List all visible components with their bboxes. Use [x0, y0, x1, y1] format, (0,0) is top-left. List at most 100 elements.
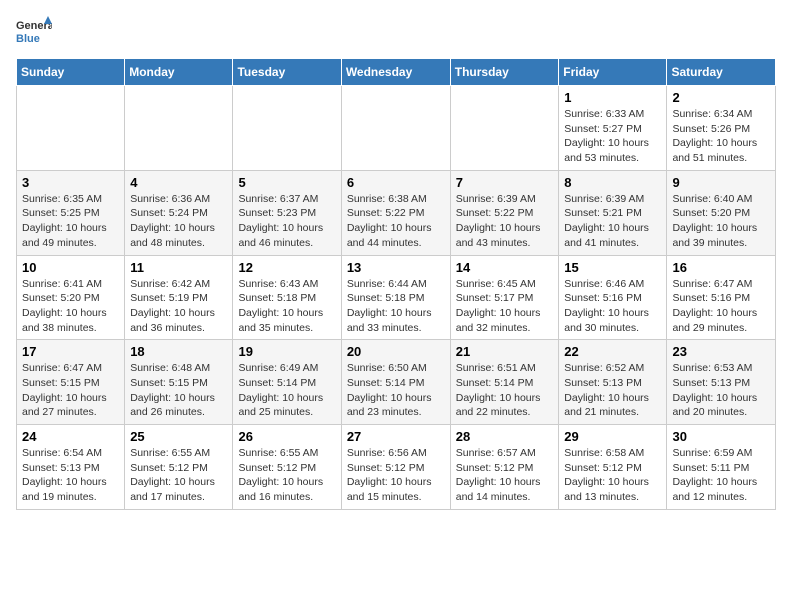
- calendar-cell: [125, 86, 233, 171]
- weekday-header: Thursday: [450, 59, 559, 86]
- calendar-cell: 16Sunrise: 6:47 AM Sunset: 5:16 PM Dayli…: [667, 255, 776, 340]
- calendar-cell: 29Sunrise: 6:58 AM Sunset: 5:12 PM Dayli…: [559, 425, 667, 510]
- cell-info: Sunrise: 6:53 AM Sunset: 5:13 PM Dayligh…: [672, 361, 770, 420]
- cell-info: Sunrise: 6:40 AM Sunset: 5:20 PM Dayligh…: [672, 192, 770, 251]
- cell-info: Sunrise: 6:35 AM Sunset: 5:25 PM Dayligh…: [22, 192, 119, 251]
- day-number: 25: [130, 429, 227, 444]
- calendar-cell: 27 Sunrise: 6:56 AM Sunset: 5:12 PM Dayli…: [341, 425, 450, 510]
- calendar-cell: [341, 86, 450, 171]
- calendar-cell: 5 Sunrise: 6:37 AM Sunset: 5:23 PM Daylig…: [233, 170, 341, 255]
- day-number: 3: [22, 175, 119, 190]
- calendar-cell: 2 Sunrise: 6:34 AM Sunset: 5:26 PM Daylig…: [667, 86, 776, 171]
- cell-info: Sunrise: 6:50 AM Sunset: 5:14 PM Dayligh…: [347, 361, 445, 420]
- day-number: 10: [22, 260, 119, 275]
- calendar-cell: [450, 86, 559, 171]
- day-number: 28: [456, 429, 554, 444]
- calendar-week-row: 3 Sunrise: 6:35 AM Sunset: 5:25 PM Daylig…: [17, 170, 776, 255]
- day-number: 14: [456, 260, 554, 275]
- cell-info: Sunrise: 6:42 AM Sunset: 5:19 PM Dayligh…: [130, 277, 227, 336]
- cell-info: Sunrise: 6:49 AM Sunset: 5:14 PM Dayligh…: [238, 361, 335, 420]
- calendar-cell: 12 Sunrise: 6:43 AM Sunset: 5:18 PM Dayli…: [233, 255, 341, 340]
- calendar-cell: 24Sunrise: 6:54 AM Sunset: 5:13 PM Dayli…: [17, 425, 125, 510]
- weekday-header: Sunday: [17, 59, 125, 86]
- cell-info: Sunrise: 6:51 AM Sunset: 5:14 PM Dayligh…: [456, 361, 554, 420]
- cell-info: Sunrise: 6:39 AM Sunset: 5:22 PM Dayligh…: [456, 192, 554, 251]
- day-number: 9: [672, 175, 770, 190]
- calendar-cell: 15Sunrise: 6:46 AM Sunset: 5:16 PM Dayli…: [559, 255, 667, 340]
- calendar-week-row: 10 Sunrise: 6:41 AM Sunset: 5:20 PM Dayli…: [17, 255, 776, 340]
- cell-info: Sunrise: 6:41 AM Sunset: 5:20 PM Dayligh…: [22, 277, 119, 336]
- day-number: 20: [347, 344, 445, 359]
- cell-info: Sunrise: 6:56 AM Sunset: 5:12 PM Dayligh…: [347, 446, 445, 505]
- day-number: 23: [672, 344, 770, 359]
- calendar-cell: 1Sunrise: 6:33 AM Sunset: 5:27 PM Daylig…: [559, 86, 667, 171]
- cell-info: Sunrise: 6:55 AM Sunset: 5:12 PM Dayligh…: [130, 446, 227, 505]
- calendar-cell: 7 Sunrise: 6:39 AM Sunset: 5:22 PM Daylig…: [450, 170, 559, 255]
- calendar-cell: 23 Sunrise: 6:53 AM Sunset: 5:13 PM Dayli…: [667, 340, 776, 425]
- cell-info: Sunrise: 6:52 AM Sunset: 5:13 PM Dayligh…: [564, 361, 661, 420]
- day-number: 22: [564, 344, 661, 359]
- calendar-week-row: 1Sunrise: 6:33 AM Sunset: 5:27 PM Daylig…: [17, 86, 776, 171]
- cell-info: Sunrise: 6:57 AM Sunset: 5:12 PM Dayligh…: [456, 446, 554, 505]
- calendar-cell: 4 Sunrise: 6:36 AM Sunset: 5:24 PM Daylig…: [125, 170, 233, 255]
- cell-info: Sunrise: 6:47 AM Sunset: 5:15 PM Dayligh…: [22, 361, 119, 420]
- day-number: 12: [238, 260, 335, 275]
- weekday-header: Monday: [125, 59, 233, 86]
- calendar-week-row: 17 Sunrise: 6:47 AM Sunset: 5:15 PM Dayli…: [17, 340, 776, 425]
- calendar-cell: 8Sunrise: 6:39 AM Sunset: 5:21 PM Daylig…: [559, 170, 667, 255]
- day-number: 18: [130, 344, 227, 359]
- cell-info: Sunrise: 6:39 AM Sunset: 5:21 PM Dayligh…: [564, 192, 661, 251]
- weekday-header-row: SundayMondayTuesdayWednesdayThursdayFrid…: [17, 59, 776, 86]
- calendar-table: SundayMondayTuesdayWednesdayThursdayFrid…: [16, 58, 776, 510]
- day-number: 6: [347, 175, 445, 190]
- cell-info: Sunrise: 6:34 AM Sunset: 5:26 PM Dayligh…: [672, 107, 770, 166]
- calendar-cell: 20 Sunrise: 6:50 AM Sunset: 5:14 PM Dayli…: [341, 340, 450, 425]
- cell-info: Sunrise: 6:36 AM Sunset: 5:24 PM Dayligh…: [130, 192, 227, 251]
- day-number: 27: [347, 429, 445, 444]
- calendar-cell: 25 Sunrise: 6:55 AM Sunset: 5:12 PM Dayli…: [125, 425, 233, 510]
- calendar-cell: 14 Sunrise: 6:45 AM Sunset: 5:17 PM Dayli…: [450, 255, 559, 340]
- cell-info: Sunrise: 6:58 AM Sunset: 5:12 PM Dayligh…: [564, 446, 661, 505]
- day-number: 17: [22, 344, 119, 359]
- cell-info: Sunrise: 6:47 AM Sunset: 5:16 PM Dayligh…: [672, 277, 770, 336]
- calendar-cell: 21 Sunrise: 6:51 AM Sunset: 5:14 PM Dayli…: [450, 340, 559, 425]
- logo: General Blue: [16, 16, 52, 46]
- cell-info: Sunrise: 6:55 AM Sunset: 5:12 PM Dayligh…: [238, 446, 335, 505]
- cell-info: Sunrise: 6:54 AM Sunset: 5:13 PM Dayligh…: [22, 446, 119, 505]
- cell-info: Sunrise: 6:33 AM Sunset: 5:27 PM Dayligh…: [564, 107, 661, 166]
- day-number: 15: [564, 260, 661, 275]
- day-number: 11: [130, 260, 227, 275]
- cell-info: Sunrise: 6:43 AM Sunset: 5:18 PM Dayligh…: [238, 277, 335, 336]
- calendar-cell: 19 Sunrise: 6:49 AM Sunset: 5:14 PM Dayli…: [233, 340, 341, 425]
- weekday-header: Saturday: [667, 59, 776, 86]
- day-number: 4: [130, 175, 227, 190]
- weekday-header: Tuesday: [233, 59, 341, 86]
- day-number: 19: [238, 344, 335, 359]
- cell-info: Sunrise: 6:37 AM Sunset: 5:23 PM Dayligh…: [238, 192, 335, 251]
- calendar-week-row: 24Sunrise: 6:54 AM Sunset: 5:13 PM Dayli…: [17, 425, 776, 510]
- day-number: 30: [672, 429, 770, 444]
- day-number: 5: [238, 175, 335, 190]
- day-number: 13: [347, 260, 445, 275]
- cell-info: Sunrise: 6:59 AM Sunset: 5:11 PM Dayligh…: [672, 446, 770, 505]
- cell-info: Sunrise: 6:48 AM Sunset: 5:15 PM Dayligh…: [130, 361, 227, 420]
- weekday-header: Friday: [559, 59, 667, 86]
- cell-info: Sunrise: 6:38 AM Sunset: 5:22 PM Dayligh…: [347, 192, 445, 251]
- calendar-cell: 22 Sunrise: 6:52 AM Sunset: 5:13 PM Dayli…: [559, 340, 667, 425]
- day-number: 2: [672, 90, 770, 105]
- calendar-cell: [17, 86, 125, 171]
- svg-text:Blue: Blue: [16, 33, 40, 45]
- calendar-cell: 10 Sunrise: 6:41 AM Sunset: 5:20 PM Dayli…: [17, 255, 125, 340]
- calendar-cell: 30 Sunrise: 6:59 AM Sunset: 5:11 PM Dayli…: [667, 425, 776, 510]
- cell-info: Sunrise: 6:44 AM Sunset: 5:18 PM Dayligh…: [347, 277, 445, 336]
- cell-info: Sunrise: 6:45 AM Sunset: 5:17 PM Dayligh…: [456, 277, 554, 336]
- day-number: 7: [456, 175, 554, 190]
- calendar-cell: 26Sunrise: 6:55 AM Sunset: 5:12 PM Dayli…: [233, 425, 341, 510]
- calendar-cell: 28 Sunrise: 6:57 AM Sunset: 5:12 PM Dayli…: [450, 425, 559, 510]
- calendar-cell: 17 Sunrise: 6:47 AM Sunset: 5:15 PM Dayli…: [17, 340, 125, 425]
- weekday-header: Wednesday: [341, 59, 450, 86]
- calendar-cell: 11 Sunrise: 6:42 AM Sunset: 5:19 PM Dayli…: [125, 255, 233, 340]
- day-number: 21: [456, 344, 554, 359]
- page-header: General Blue: [16, 16, 776, 46]
- calendar-cell: 18 Sunrise: 6:48 AM Sunset: 5:15 PM Dayli…: [125, 340, 233, 425]
